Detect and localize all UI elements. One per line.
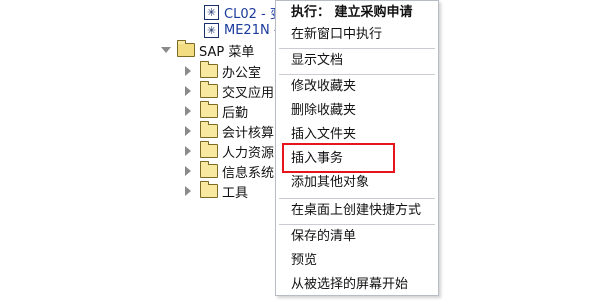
collapse-arrow-icon[interactable] <box>161 47 171 53</box>
menu-separator <box>279 48 435 49</box>
folder-icon <box>200 141 218 158</box>
tree-node-logistics[interactable]: 后勤 <box>185 101 248 121</box>
tree-node-tools[interactable]: 工具 <box>185 181 248 201</box>
expand-arrow-icon[interactable] <box>185 66 191 76</box>
menu-separator <box>279 74 435 75</box>
menu-separator <box>279 198 435 199</box>
expand-arrow-icon[interactable] <box>185 86 191 96</box>
folder-icon <box>200 161 218 178</box>
highlight-box <box>282 143 395 173</box>
tree-node-label: SAP 菜单 <box>199 44 255 60</box>
tree-item-label: ME21N - <box>224 22 275 38</box>
menu-separator <box>279 224 435 225</box>
navigation-tree: ✳ CL02 - 变 ✳ ME21N - SAP 菜单 办公室 交叉应用 后勤 … <box>155 0 275 307</box>
menu-item-preview[interactable]: 预览 <box>291 251 317 271</box>
tree-node-cross-application[interactable]: 交叉应用 <box>185 81 274 101</box>
folder-icon <box>200 81 218 98</box>
tree-node-label: 工具 <box>222 185 249 201</box>
expand-arrow-icon[interactable] <box>185 126 191 136</box>
tree-node-label: 信息系统 <box>222 165 275 181</box>
expand-arrow-icon[interactable] <box>185 186 191 196</box>
tree-node-accounting[interactable]: 会计核算 <box>185 121 274 141</box>
tree-item-cl02[interactable]: ✳ CL02 - 变 <box>204 2 275 22</box>
menu-item-execute-new-window[interactable]: 在新窗口中执行 <box>291 25 382 45</box>
expand-arrow-icon[interactable] <box>185 166 191 176</box>
tree-node-office[interactable]: 办公室 <box>185 61 261 81</box>
tree-node-label: 人力资源 <box>222 145 275 161</box>
tree-item-me21n[interactable]: ✳ ME21N - <box>204 20 275 40</box>
tree-node-label: 会计核算 <box>222 125 275 141</box>
tree-node-sap-menu[interactable]: SAP 菜单 <box>161 40 254 60</box>
menu-item-display-documentation[interactable]: 显示文档 <box>291 51 343 71</box>
folder-icon <box>200 61 218 78</box>
tree-node-information-systems[interactable]: 信息系统 <box>185 161 274 181</box>
folder-icon <box>200 121 218 138</box>
expand-arrow-icon[interactable] <box>185 106 191 116</box>
transaction-icon: ✳ <box>204 4 219 20</box>
tree-node-human-resources[interactable]: 人力资源 <box>185 141 274 161</box>
menu-item-saved-lists[interactable]: 保存的清单 <box>291 227 356 247</box>
tree-node-label: 交叉应用 <box>222 85 275 101</box>
open-folder-icon <box>177 40 195 57</box>
transaction-icon: ✳ <box>204 22 219 38</box>
menu-item-insert-folder[interactable]: 插入文件夹 <box>291 125 356 145</box>
menu-item-create-desktop-shortcut[interactable]: 在桌面上创建快捷方式 <box>291 201 421 221</box>
menu-item-start-from-selected-screen[interactable]: 从被选择的屏幕开始 <box>291 275 408 295</box>
menu-item-delete-favorite[interactable]: 删除收藏夹 <box>291 101 356 121</box>
expand-arrow-icon[interactable] <box>185 146 191 156</box>
tree-item-label: CL02 - 变 <box>224 6 275 22</box>
folder-icon <box>200 181 218 198</box>
folder-icon <box>200 101 218 118</box>
menu-item-change-favorite[interactable]: 修改收藏夹 <box>291 77 356 97</box>
tree-node-label: 办公室 <box>222 65 262 81</box>
menu-item-execute[interactable]: 执行： 建立采购申请 <box>291 3 413 23</box>
tree-node-label: 后勤 <box>222 105 249 121</box>
menu-item-add-other-objects[interactable]: 添加其他对象 <box>291 173 369 193</box>
